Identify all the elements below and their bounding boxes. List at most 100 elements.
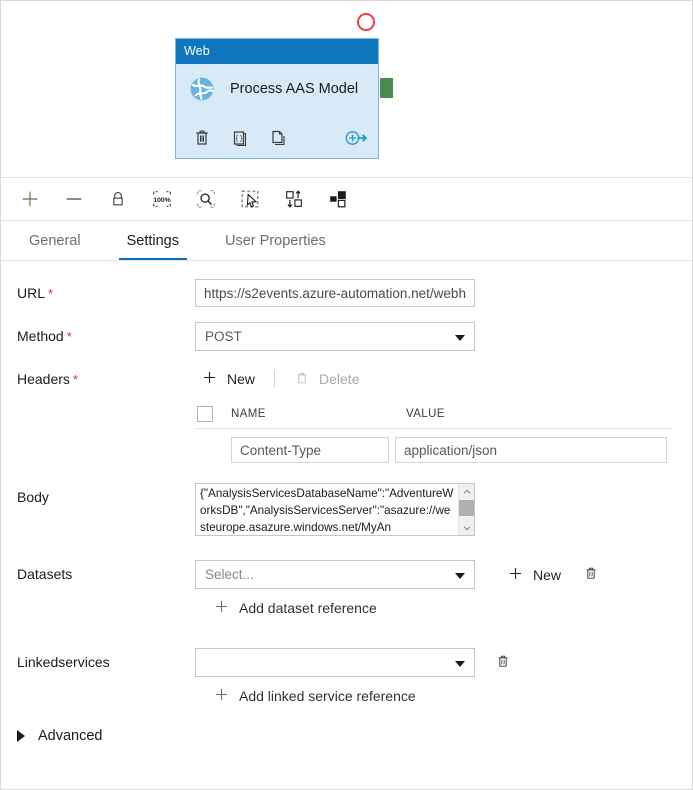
activity-action-bar: { } xyxy=(176,126,378,150)
datasets-new-label: New xyxy=(533,566,562,583)
headers-grid-header: NAME VALUE xyxy=(195,400,672,429)
method-control: POST xyxy=(195,322,692,351)
add-dataset-reference-label: Add dataset reference xyxy=(239,600,377,616)
url-label: URL * xyxy=(17,279,195,308)
body-textarea-wrapper: {"AnalysisServicesDatabaseName":"Adventu… xyxy=(195,483,475,536)
datasets-label: Datasets xyxy=(17,560,195,588)
datasets-inline-group: Select... New xyxy=(195,560,692,589)
zoom-out-icon[interactable] xyxy=(57,183,91,215)
linkedservices-control: Add linked service reference xyxy=(195,648,692,706)
table-row xyxy=(195,435,672,465)
web-activity-settings-panel: Web Process AAS Model {} 100% General S… xyxy=(0,0,693,790)
linkedservices-dropdown[interactable] xyxy=(195,648,475,677)
scroll-up-icon[interactable] xyxy=(459,484,474,499)
trash-icon xyxy=(583,565,599,584)
canvas-toolbar: 100% xyxy=(1,178,692,221)
method-label-text: Method xyxy=(17,328,64,344)
method-row: Method * POST xyxy=(1,322,692,351)
zoom-to-100-percent-icon[interactable]: 100% xyxy=(145,183,179,215)
datasets-selected-value: Select... xyxy=(205,567,254,582)
header-value-input[interactable] xyxy=(395,437,667,463)
layout-icon[interactable] xyxy=(321,183,355,215)
linkedservices-delete-button[interactable] xyxy=(491,651,515,675)
settings-form: URL* Method* POST Headers* xyxy=(1,261,692,789)
zoom-to-fit-icon[interactable] xyxy=(189,183,223,215)
linkedservices-row: Linkedservices Add linked service refere… xyxy=(1,648,692,706)
body-row: Body {"AnalysisServicesDatabaseName":"Ad… xyxy=(1,483,692,536)
url-input[interactable] xyxy=(195,279,475,307)
headers-new-button[interactable]: New xyxy=(195,365,261,393)
trash-icon xyxy=(294,370,310,389)
column-header-name: NAME xyxy=(231,408,266,420)
linkedservices-label: Linkedservices xyxy=(17,648,195,676)
headers-grid: NAME VALUE xyxy=(195,400,672,465)
code-view-icon[interactable]: { } xyxy=(230,128,250,148)
activity-card-web[interactable]: Web Process AAS Model {} xyxy=(175,38,379,159)
method-label: Method * xyxy=(17,322,195,351)
headers-command-bar: New Delete xyxy=(195,364,692,394)
advanced-label: Advanced xyxy=(38,728,103,744)
url-label-text: URL xyxy=(17,285,46,301)
chevron-right-icon xyxy=(17,730,25,742)
delete-activity-icon[interactable] xyxy=(192,128,212,148)
lock-icon[interactable] xyxy=(101,183,135,215)
body-label-text: Body xyxy=(17,489,49,505)
activity-success-connector[interactable] xyxy=(380,78,393,98)
url-row: URL * xyxy=(1,279,692,308)
chevron-down-icon xyxy=(455,660,465,667)
method-required-marker: * xyxy=(66,329,72,344)
pipeline-canvas[interactable]: Web Process AAS Model {} xyxy=(1,1,692,178)
body-scrollbar[interactable] xyxy=(458,484,474,535)
tab-user-properties[interactable]: User Properties xyxy=(211,221,340,260)
headers-delete-button[interactable]: Delete xyxy=(288,365,365,393)
command-separator xyxy=(274,370,276,388)
breakpoint-indicator-icon[interactable] xyxy=(357,13,375,31)
datasets-row: Datasets Select... New Add dataset refer… xyxy=(1,560,692,618)
select-mode-icon[interactable] xyxy=(233,183,267,215)
method-selected-value: POST xyxy=(205,329,242,344)
datasets-control: Select... New Add dataset reference xyxy=(195,560,692,618)
datasets-new-button[interactable]: New xyxy=(507,565,561,585)
headers-control: New Delete NAME VALUE Content-Type appli… xyxy=(195,365,692,465)
plus-icon xyxy=(201,369,218,389)
url-control xyxy=(195,279,692,307)
svg-text:{ }: { } xyxy=(236,135,243,142)
datasets-dropdown[interactable]: Select... xyxy=(195,560,475,589)
datasets-label-text: Datasets xyxy=(17,566,73,582)
linkedservices-label-text: Linkedservices xyxy=(17,654,110,670)
advanced-section-toggle[interactable]: Advanced xyxy=(1,728,103,744)
tab-settings[interactable]: Settings xyxy=(113,221,193,260)
select-all-checkbox[interactable] xyxy=(197,406,213,422)
headers-delete-label: Delete xyxy=(319,371,360,387)
header-name-input[interactable] xyxy=(231,437,389,463)
scroll-down-icon[interactable] xyxy=(459,520,474,535)
scrollbar-thumb[interactable] xyxy=(459,500,474,516)
add-linked-service-reference-label: Add linked service reference xyxy=(239,688,416,704)
body-control: {"AnalysisServicesDatabaseName":"Adventu… xyxy=(195,483,692,536)
tab-general[interactable]: General xyxy=(15,221,95,260)
column-header-value: VALUE xyxy=(406,408,445,420)
headers-new-label: New xyxy=(227,371,256,387)
activity-name-label: Process AAS Model xyxy=(230,81,359,97)
linkedservices-inline-group xyxy=(195,648,692,677)
zoom-in-icon[interactable] xyxy=(13,183,47,215)
auto-align-icon[interactable] xyxy=(277,183,311,215)
datasets-delete-button[interactable] xyxy=(579,563,603,587)
settings-tabstrip: General Settings User Properties xyxy=(1,221,692,261)
method-dropdown[interactable]: POST xyxy=(195,322,475,351)
web-globe-icon xyxy=(188,75,216,103)
body-textarea[interactable]: {"AnalysisServicesDatabaseName":"Adventu… xyxy=(195,483,475,536)
headers-label-text: Headers xyxy=(17,371,70,387)
activity-type-label: Web xyxy=(176,39,378,64)
plus-icon xyxy=(213,598,230,618)
add-linked-service-reference-button[interactable]: Add linked service reference xyxy=(213,686,416,706)
headers-required-marker: * xyxy=(72,372,78,387)
add-output-icon[interactable] xyxy=(344,128,368,148)
add-dataset-reference-button[interactable]: Add dataset reference xyxy=(213,598,377,618)
url-required-marker: * xyxy=(48,286,54,301)
chevron-down-icon xyxy=(455,334,465,341)
plus-icon xyxy=(507,565,524,585)
activity-card-main: Process AAS Model xyxy=(176,64,378,103)
trash-icon xyxy=(495,653,511,672)
clone-activity-icon[interactable] xyxy=(268,128,288,148)
